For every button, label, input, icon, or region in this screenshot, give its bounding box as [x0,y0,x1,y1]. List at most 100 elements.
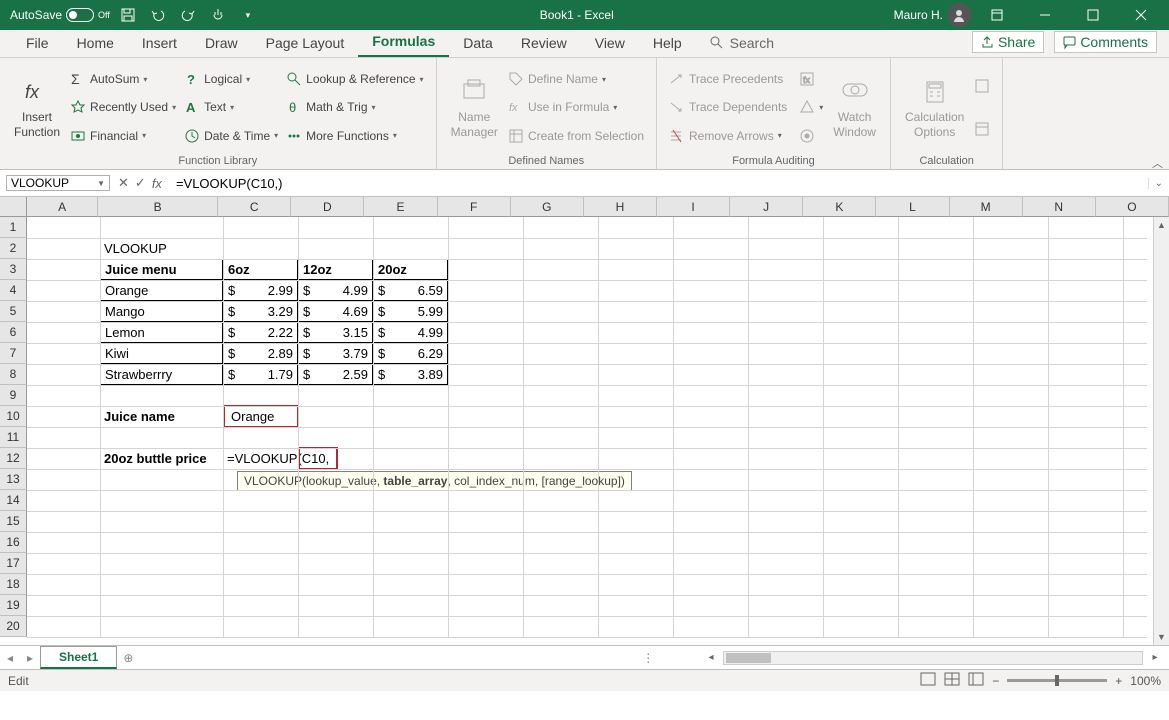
undo-icon[interactable] [146,3,170,27]
scroll-right-icon[interactable]: ▸ [1147,652,1163,663]
calc-sheet-button[interactable] [972,120,992,138]
insert-function-button[interactable]: fx Insert Function [8,62,66,153]
touch-mode-icon[interactable] [206,3,230,27]
row-header-6[interactable]: 6 [0,322,27,343]
col-header-k[interactable]: K [803,197,876,217]
row-header-13[interactable]: 13 [0,469,27,490]
cell-c7[interactable]: $2.89 [223,343,298,364]
cell-b7[interactable]: Kiwi [100,343,223,364]
next-sheet-icon[interactable]: ▸ [20,651,40,665]
row-header-2[interactable]: 2 [0,238,27,259]
name-manager-button[interactable]: Name Manager [445,62,504,153]
math-button[interactable]: θMath & Trig▾ [284,98,425,116]
col-header-j[interactable]: J [730,197,803,217]
cell-e4[interactable]: $6.59 [373,280,448,301]
watch-window-button[interactable]: Watch Window [827,62,882,153]
formula-input[interactable]: =VLOOKUP(C10,) [170,176,1148,191]
col-header-m[interactable]: M [950,197,1023,217]
lookup-button[interactable]: Lookup & Reference▾ [284,70,425,88]
col-header-h[interactable]: H [584,197,657,217]
row-header-15[interactable]: 15 [0,511,27,532]
row-header-11[interactable]: 11 [0,427,27,448]
view-normal-icon[interactable] [920,672,936,689]
cell-e5[interactable]: $5.99 [373,301,448,322]
cell-c10[interactable]: Orange [227,406,298,427]
cell-c4[interactable]: $2.99 [223,280,298,301]
tab-insert[interactable]: Insert [128,29,191,57]
cell-d6[interactable]: $3.15 [298,322,373,343]
cell-e8[interactable]: $3.89 [373,364,448,385]
cell-b3[interactable]: Juice menu [100,259,223,280]
scroll-up-icon[interactable]: ▲ [1154,217,1169,233]
zoom-in-icon[interactable]: + [1115,674,1122,688]
zoom-slider[interactable] [1007,679,1107,682]
trace-precedents-button[interactable]: Trace Precedents [667,70,789,88]
col-header-d[interactable]: D [291,197,364,217]
cell-d5[interactable]: $4.69 [298,301,373,322]
tab-draw[interactable]: Draw [191,29,252,57]
cell-d4[interactable]: $4.99 [298,280,373,301]
cell-c8[interactable]: $1.79 [223,364,298,385]
row-header-20[interactable]: 20 [0,616,27,637]
scroll-left-icon[interactable]: ◂ [703,652,719,663]
tab-split-icon[interactable]: ⋮ [636,651,660,665]
comments-button[interactable]: Comments [1054,31,1157,53]
col-header-a[interactable]: A [27,197,98,217]
col-header-n[interactable]: N [1023,197,1096,217]
view-layout-icon[interactable] [944,672,960,689]
col-header-b[interactable]: B [98,197,218,217]
row-header-7[interactable]: 7 [0,343,27,364]
row-header-8[interactable]: 8 [0,364,27,385]
name-box[interactable]: VLOOKUP▼ [6,175,110,191]
error-check-button[interactable]: ▾ [797,98,825,116]
row-header-19[interactable]: 19 [0,595,27,616]
maximize-icon[interactable] [1071,0,1115,30]
spreadsheet[interactable]: ABCDEFGHIJKLMNO 123456789101112131415161… [0,197,1169,645]
cell-b6[interactable]: Lemon [100,322,223,343]
tab-review[interactable]: Review [507,29,581,57]
scroll-down-icon[interactable]: ▼ [1154,629,1169,645]
evaluate-formula-button[interactable] [797,127,825,145]
create-from-selection-button[interactable]: Create from Selection [506,127,646,145]
row-header-16[interactable]: 16 [0,532,27,553]
tab-file[interactable]: File [12,29,63,57]
cell-c12[interactable]: =VLOOKUP(C10, [223,448,403,469]
ribbon-display-icon[interactable] [975,0,1019,30]
row-header-5[interactable]: 5 [0,301,27,322]
cell-b4[interactable]: Orange [100,280,223,301]
col-header-c[interactable]: C [218,197,291,217]
text-button[interactable]: AText▾ [182,98,280,116]
close-icon[interactable] [1119,0,1163,30]
zoom-out-icon[interactable]: − [992,674,999,688]
cell-c6[interactable]: $2.22 [223,322,298,343]
date-time-button[interactable]: Date & Time▾ [182,127,280,145]
col-header-i[interactable]: I [657,197,730,217]
cell-d8[interactable]: $2.59 [298,364,373,385]
logical-button[interactable]: ?Logical▾ [182,70,280,88]
horizontal-scrollbar[interactable]: ◂ ▸ [660,651,1169,665]
view-pagebreak-icon[interactable] [968,672,984,689]
trace-dependents-button[interactable]: Trace Dependents [667,98,789,116]
tab-page-layout[interactable]: Page Layout [252,29,359,57]
chevron-down-icon[interactable]: ▼ [97,179,105,188]
row-header-17[interactable]: 17 [0,553,27,574]
col-header-l[interactable]: L [876,197,949,217]
row-header-18[interactable]: 18 [0,574,27,595]
define-name-button[interactable]: Define Name▾ [506,70,646,88]
calc-now-button[interactable] [972,77,992,95]
collapse-ribbon-icon[interactable]: ︿ [1152,155,1163,171]
row-header-9[interactable]: 9 [0,385,27,406]
tab-formulas[interactable]: Formulas [358,27,449,57]
autosum-button[interactable]: ΣAutoSum▾ [68,70,178,88]
cell-d7[interactable]: $3.79 [298,343,373,364]
prev-sheet-icon[interactable]: ◂ [0,651,20,665]
use-in-formula-button[interactable]: fxUse in Formula▾ [506,98,646,116]
cell-b2[interactable]: VLOOKUP [100,238,223,259]
more-functions-button[interactable]: More Functions▾ [284,127,425,145]
calc-options-button[interactable]: Calculation Options [899,62,970,153]
cell-e6[interactable]: $4.99 [373,322,448,343]
share-button[interactable]: Share [972,31,1044,53]
col-header-g[interactable]: G [511,197,584,217]
remove-arrows-button[interactable]: Remove Arrows▾ [667,127,789,145]
cell-b12[interactable]: 20oz buttle price [100,448,240,469]
